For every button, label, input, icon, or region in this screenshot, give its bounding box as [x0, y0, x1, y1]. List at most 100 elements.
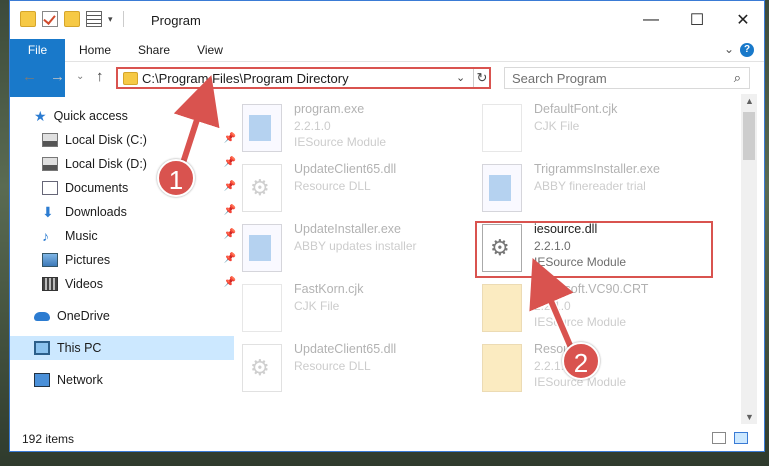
file-name: UpdateClient65.dll — [294, 342, 397, 356]
file-tile[interactable]: FastKorn.cjk CJK File — [232, 280, 472, 338]
sidebar-item-onedrive[interactable]: OneDrive — [10, 304, 234, 328]
tab-home[interactable]: Home — [73, 39, 117, 61]
file-detail: IESource Module — [534, 315, 627, 329]
file-tile[interactable]: UpdateClient65.dll Resource DLL — [232, 340, 472, 398]
sidebar-item-local-disk-d[interactable]: Local Disk (D:) 📌 — [10, 152, 242, 176]
details-view-icon[interactable] — [712, 432, 726, 444]
file-detail: ABBY finereader trial — [534, 179, 646, 193]
computer-icon — [34, 341, 50, 355]
star-icon: ★ — [34, 108, 47, 124]
tab-view[interactable]: View — [190, 39, 230, 61]
item-count: 192 items — [22, 432, 75, 446]
tiles-view-icon[interactable] — [734, 432, 748, 444]
search-icon[interactable]: ⌕ — [734, 70, 741, 86]
scroll-down-icon[interactable]: ▼ — [745, 412, 754, 422]
status-bar: 192 items — [10, 427, 764, 451]
minimize-button[interactable]: — — [628, 1, 674, 39]
sidebar-item-videos[interactable]: Videos 📌 — [10, 272, 242, 296]
sidebar-item-network[interactable]: Network — [10, 368, 234, 392]
search-placeholder: Search Program — [512, 71, 607, 86]
file-detail: CJK File — [534, 119, 580, 133]
toolbar-divider — [122, 11, 124, 27]
sidebar-item-label: Downloads — [65, 205, 127, 219]
sidebar-item-downloads[interactable]: ⬇ Downloads 📌 — [10, 200, 242, 224]
sidebar-item-label: Pictures — [65, 253, 111, 267]
refresh-button[interactable]: ↻ — [473, 69, 490, 87]
sidebar-item-label: Music — [65, 229, 98, 243]
sidebar-item-label: This PC — [57, 341, 102, 355]
sidebar-item-local-disk-c[interactable]: Local Disk (C:) 📌 — [10, 128, 242, 152]
close-button[interactable]: ✕ — [720, 1, 764, 39]
file-detail: Resource DLL — [294, 179, 371, 193]
back-button[interactable]: ← — [22, 68, 37, 85]
navigation-bar: ← → ⌄ ↑ C:\Program Files\Program Directo… — [10, 62, 764, 94]
sidebar-item-pictures[interactable]: Pictures 📌 — [10, 248, 242, 272]
expand-ribbon-chevron-icon[interactable]: ⌄ — [724, 42, 734, 56]
file-detail: CJK File — [294, 299, 340, 313]
file-tile[interactable]: UpdateInstaller.exe ABBY updates install… — [232, 220, 472, 278]
step-callout-2: 2 — [562, 342, 600, 380]
blank-file-icon — [242, 284, 282, 332]
scroll-thumb[interactable] — [743, 112, 755, 160]
address-path[interactable]: C:\Program Files\Program Directory — [142, 71, 349, 86]
navigation-pane: ★ Quick access Local Disk (C:) 📌 Local D… — [10, 94, 236, 424]
tab-share[interactable]: Share — [130, 39, 178, 61]
drive-icon — [42, 133, 58, 147]
file-name: program.exe — [294, 102, 365, 116]
up-button[interactable]: ↑ — [96, 68, 104, 85]
dll-gear-icon — [242, 164, 282, 212]
sidebar-item-this-pc[interactable]: This PC — [10, 336, 234, 360]
videos-icon — [42, 277, 58, 291]
forward-button[interactable]: → — [50, 68, 65, 85]
exe-icon — [242, 104, 282, 152]
folder-icon[interactable] — [20, 11, 36, 27]
file-tile[interactable]: Microsoft.VC90.CRT 2.2.1.0 IESource Modu… — [472, 280, 712, 338]
download-icon: ⬇ — [42, 204, 54, 220]
folder-icon — [123, 72, 138, 85]
sidebar-item-documents[interactable]: Documents 📌 — [10, 176, 242, 200]
blank-file-icon — [482, 104, 522, 152]
file-detail: IESource Module — [294, 135, 387, 149]
file-name: TrigrammsInstaller.exe — [534, 162, 660, 176]
file-detail: Resource DLL — [294, 359, 371, 373]
customize-toolbar-chevron-icon[interactable]: ▾ — [108, 14, 113, 25]
recent-locations-chevron-icon[interactable]: ⌄ — [76, 71, 84, 82]
address-dropdown-chevron-icon[interactable]: ⌄ — [456, 71, 465, 84]
sidebar-item-label: Documents — [65, 181, 129, 195]
file-tile[interactable]: UpdateClient65.dll Resource DLL — [232, 160, 472, 218]
step-callout-1: 1 — [157, 159, 195, 197]
sidebar-item-label: Quick access — [53, 109, 128, 123]
file-detail: 2.2.1.0 — [294, 119, 331, 133]
file-name: DefaultFont.cjk — [534, 102, 618, 116]
window-title: Program — [151, 13, 201, 28]
zip-folder-icon — [482, 344, 522, 392]
ribbon-tabs: File Home Share View ⌄ ? — [10, 39, 764, 97]
file-detail: ABBY updates installer — [294, 239, 417, 253]
vertical-scrollbar[interactable]: ▲ ▼ — [741, 94, 757, 424]
address-bar[interactable]: C:\Program Files\Program Directory ⌄ ↻ — [116, 67, 491, 89]
dll-gear-icon — [242, 344, 282, 392]
sidebar-item-label: OneDrive — [57, 309, 110, 323]
new-folder-icon[interactable] — [64, 11, 80, 27]
file-tile[interactable]: DefaultFont.cjk CJK File — [472, 100, 712, 158]
maximize-button[interactable]: ☐ — [674, 1, 720, 39]
view-options-icon[interactable] — [86, 11, 102, 27]
properties-check-icon[interactable] — [42, 11, 58, 27]
pictures-icon — [42, 253, 58, 267]
network-icon — [34, 373, 50, 387]
sidebar-item-music[interactable]: ♪ Music 📌 — [10, 224, 242, 248]
file-detail: 2.2.1.0 — [534, 299, 571, 313]
help-icon[interactable]: ? — [740, 43, 754, 57]
sidebar-item-quick-access[interactable]: ★ Quick access — [10, 104, 234, 128]
sidebar-item-label: Local Disk (C:) — [65, 133, 147, 147]
file-tile[interactable]: TrigrammsInstaller.exe ABBY finereader t… — [472, 160, 712, 218]
file-name: UpdateInstaller.exe — [294, 222, 402, 236]
search-box[interactable]: Search Program ⌕ — [504, 67, 750, 89]
installer-icon — [482, 164, 522, 212]
zip-folder-icon — [482, 284, 522, 332]
cloud-icon — [34, 311, 50, 321]
sidebar-item-label: Videos — [65, 277, 103, 291]
music-icon: ♪ — [42, 228, 49, 244]
scroll-up-icon[interactable]: ▲ — [745, 96, 754, 106]
file-tile[interactable]: program.exe 2.2.1.0 IESource Module — [232, 100, 472, 158]
